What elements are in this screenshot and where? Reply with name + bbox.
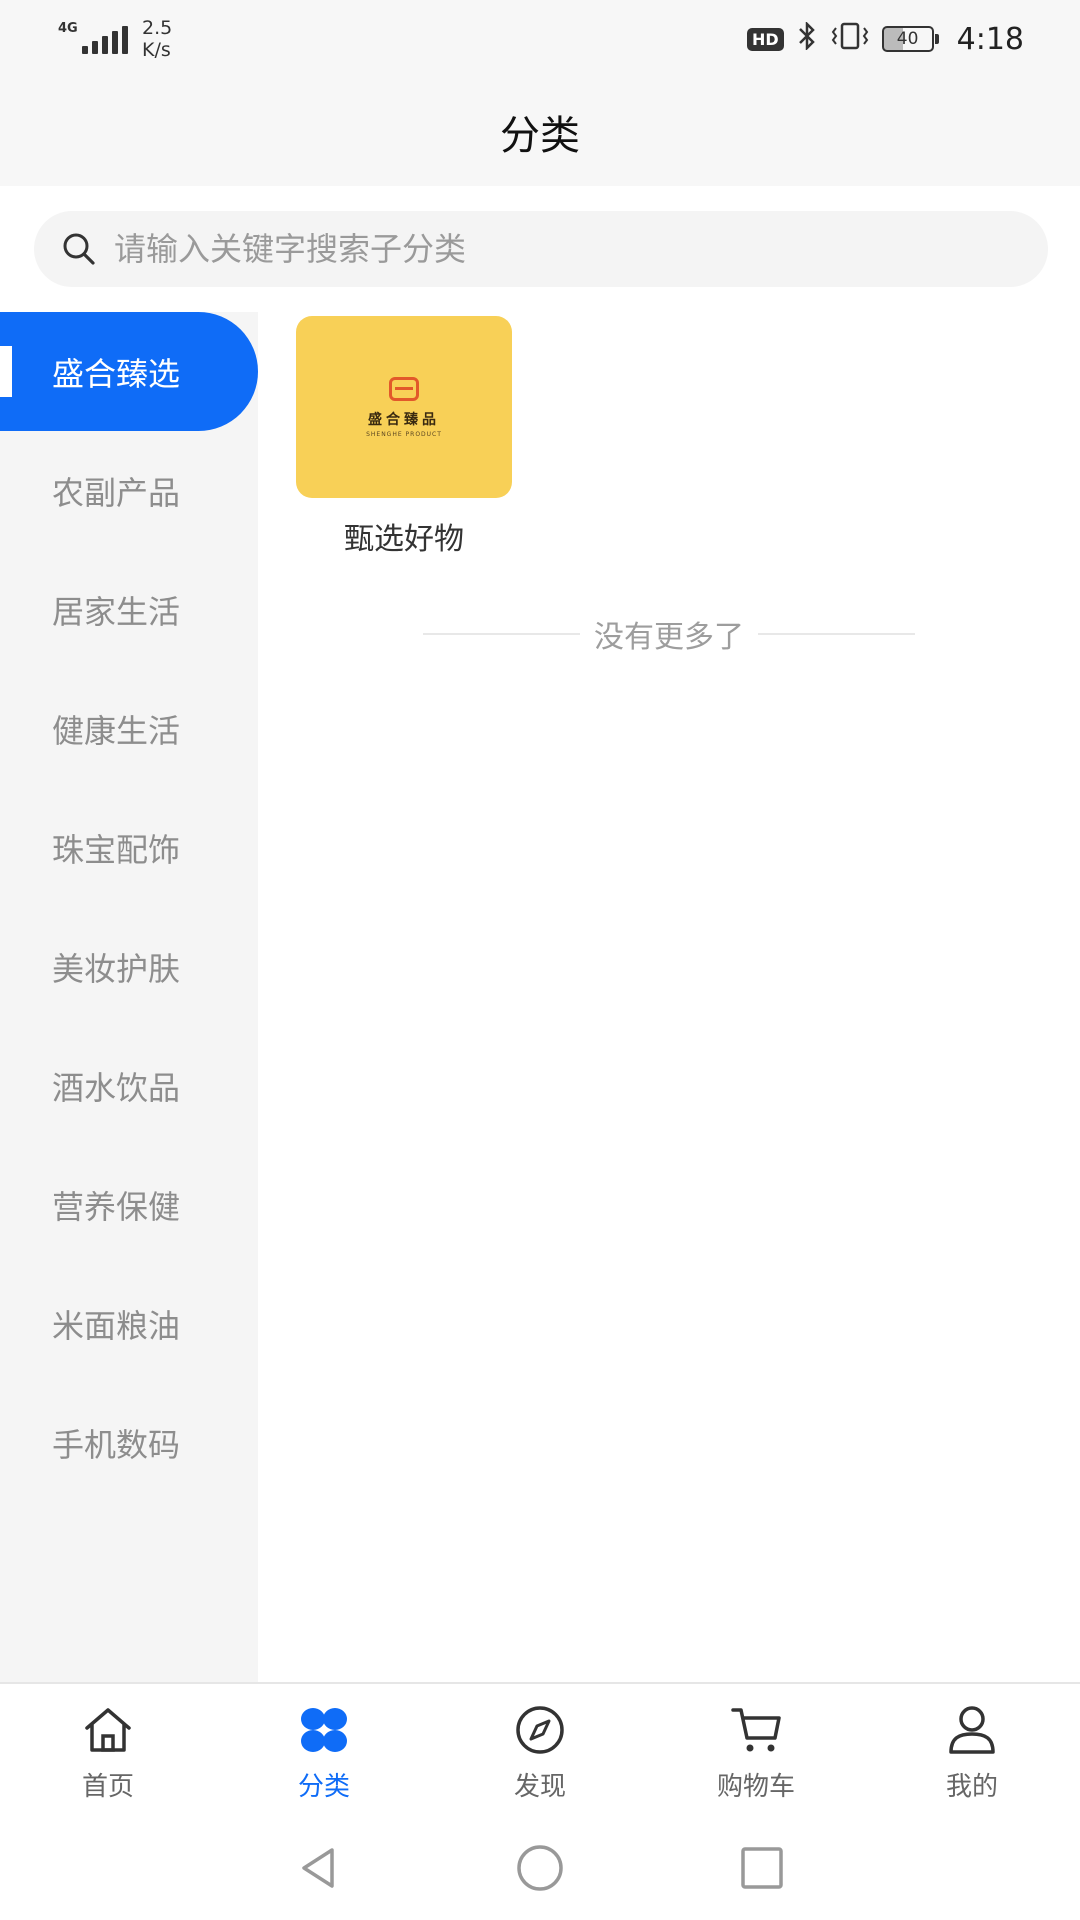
sidebar-item-label: 酒水饮品: [52, 1068, 181, 1107]
search-bar[interactable]: [34, 211, 1048, 287]
sidebar-item-label: 农副产品: [52, 473, 181, 512]
tab-label: 发现: [513, 1772, 566, 1802]
sidebar-item-label: 美妆护肤: [52, 949, 181, 988]
speed-value: 2.5: [142, 17, 173, 39]
end-of-list-text: 没有更多了: [594, 620, 744, 655]
hd-badge: HD: [746, 27, 784, 51]
subcategory-thumbnail: 盛合臻品 SHENGHE PRODUCT: [296, 316, 512, 498]
recent-apps-icon[interactable]: [736, 1842, 788, 1894]
battery-level: 40: [896, 29, 919, 49]
tab-profile[interactable]: 我的: [864, 1684, 1080, 1816]
tab-cart[interactable]: 购物车: [648, 1684, 864, 1816]
clock: 4:18: [956, 21, 1024, 57]
home-circle-icon[interactable]: [514, 1842, 566, 1894]
system-nav-bar: [0, 1816, 1080, 1920]
sidebar-item-label: 手机数码: [52, 1425, 181, 1464]
cart-icon: [731, 1708, 781, 1752]
tab-label: 购物车: [716, 1772, 795, 1802]
category-sidebar: 盛合臻选 农副产品 居家生活 健康生活 珠宝配饰 美妆护肤 酒水饮品 营养保健 …: [0, 312, 258, 1682]
sidebar-item-shenghe-select[interactable]: 盛合臻选: [0, 312, 258, 431]
status-right: HD 40 4:18: [746, 20, 1024, 57]
sidebar-item-label: 健康生活: [52, 711, 181, 750]
home-icon: [85, 1708, 131, 1752]
sidebar-item-jewelry[interactable]: 珠宝配饰: [0, 788, 258, 907]
tab-discover[interactable]: 发现: [432, 1684, 648, 1816]
sidebar-item-label: 珠宝配饰: [52, 830, 181, 869]
bluetooth-icon: [796, 20, 818, 57]
search-section: [0, 186, 1080, 312]
search-input[interactable]: [114, 230, 1014, 268]
tab-label: 我的: [945, 1772, 998, 1802]
sidebar-item-beauty[interactable]: 美妆护肤: [0, 907, 258, 1026]
speed-unit: K/s: [142, 39, 171, 61]
status-left: 4G 2.5 K/s: [58, 17, 172, 61]
back-icon[interactable]: [292, 1842, 344, 1894]
battery-icon: 40: [881, 26, 939, 52]
page-title: 分类: [500, 113, 580, 159]
subcategory-label: 甄选好物: [344, 522, 464, 557]
sidebar-item-farm-products[interactable]: 农副产品: [0, 431, 258, 550]
profile-icon: [949, 1706, 995, 1754]
signal-icon: 4G: [58, 21, 128, 54]
sidebar-item-grain-oil[interactable]: 米面粮油: [0, 1264, 258, 1383]
tab-home[interactable]: 首页: [0, 1684, 216, 1816]
sidebar-item-nutrition[interactable]: 营养保健: [0, 1145, 258, 1264]
network-speed: 2.5 K/s: [142, 17, 172, 61]
sidebar-item-healthy-living[interactable]: 健康生活: [0, 669, 258, 788]
tab-category[interactable]: 分类: [216, 1684, 432, 1816]
sidebar-item-label: 盛合臻选: [52, 354, 181, 393]
sidebar-item-home-living[interactable]: 居家生活: [0, 550, 258, 669]
search-icon: [63, 233, 95, 265]
subcategory-panel: 盛合臻品 SHENGHE PRODUCT 甄选好物 没有更多了: [258, 312, 1080, 1682]
tab-label: 分类: [297, 1772, 350, 1802]
page-header: 分类: [0, 78, 1080, 186]
sidebar-item-label: 居家生活: [52, 592, 181, 631]
subcategory-card[interactable]: 盛合臻品 SHENGHE PRODUCT 甄选好物: [296, 316, 512, 558]
brand-logo-text: 盛合臻品: [368, 411, 440, 428]
network-type: 4G: [58, 21, 78, 36]
brand-logo-subtext: SHENGHE PRODUCT: [366, 430, 442, 438]
tab-label: 首页: [81, 1772, 134, 1802]
sidebar-item-drinks[interactable]: 酒水饮品: [0, 1026, 258, 1145]
divider: [423, 633, 580, 635]
sidebar-item-label: 米面粮油: [52, 1306, 181, 1345]
bottom-tab-bar: 首页 分类 发现 购物车 我的: [0, 1682, 1080, 1816]
divider: [758, 633, 915, 635]
compass-icon: [516, 1706, 564, 1754]
vibrate-icon: [830, 22, 870, 57]
brand-logo-icon: [389, 376, 419, 401]
category-icon: [301, 1708, 347, 1752]
sidebar-item-digital[interactable]: 手机数码: [0, 1383, 258, 1502]
end-of-list: 没有更多了: [423, 612, 915, 656]
sidebar-item-label: 营养保健: [52, 1187, 181, 1226]
status-bar: 4G 2.5 K/s HD 40 4:18: [0, 0, 1080, 78]
